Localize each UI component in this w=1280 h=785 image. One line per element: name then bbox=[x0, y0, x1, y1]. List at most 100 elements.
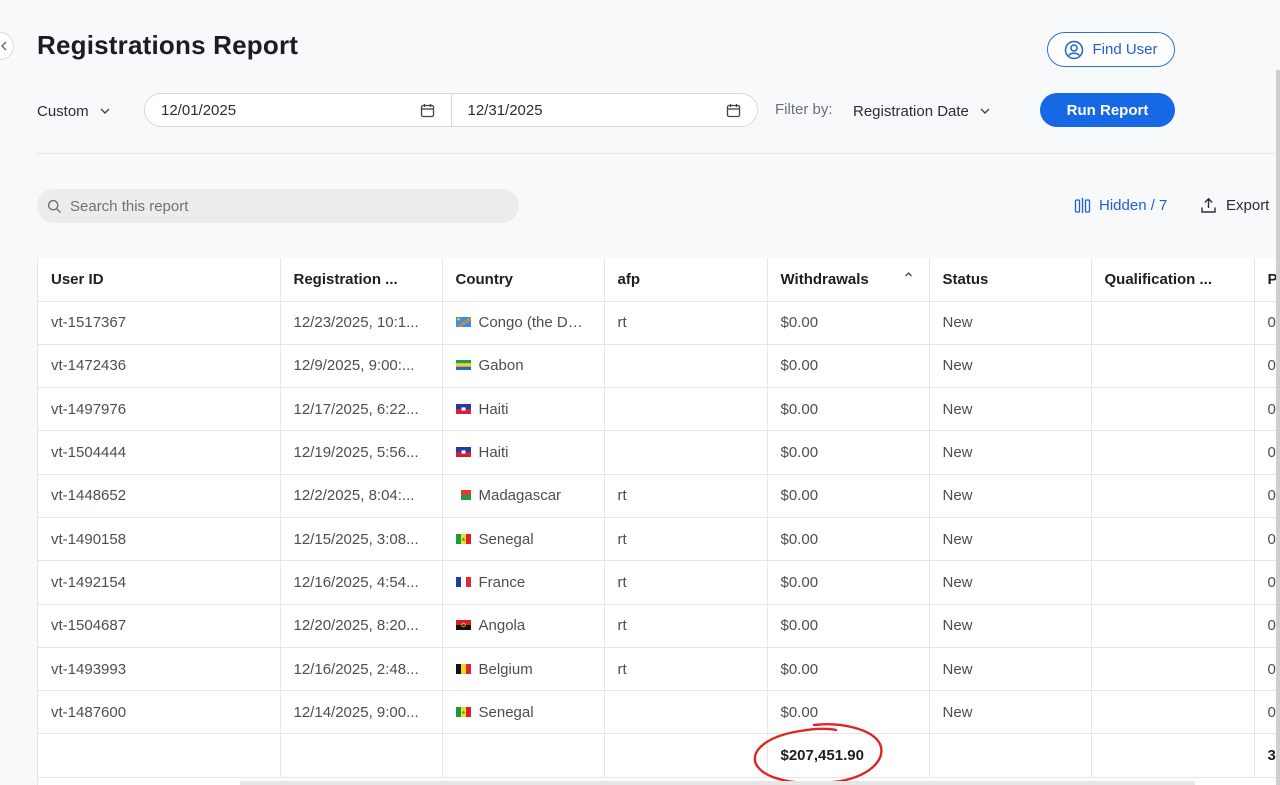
table-row[interactable]: vt-1517367 12/23/2025, 10:1... Congo (the … bbox=[38, 301, 1280, 345]
status-value: New bbox=[942, 660, 973, 678]
chevron-down-icon bbox=[100, 108, 110, 114]
user-id-cell: vt-1487600 bbox=[38, 690, 281, 735]
status-cell: New bbox=[929, 430, 1092, 475]
calendar-icon[interactable] bbox=[420, 103, 435, 118]
flag-icon bbox=[455, 576, 471, 587]
afp-value: rt bbox=[617, 660, 627, 678]
afp-value: rt bbox=[617, 573, 627, 591]
table-row[interactable]: vt-1493993 12/16/2025, 2:48... Belgium rt $0… bbox=[38, 647, 1280, 692]
filter-by-label: Filter by: bbox=[775, 101, 833, 118]
registration-date-cell: 12/16/2025, 2:48... bbox=[280, 647, 443, 692]
table-row[interactable]: vt-1487600 12/14/2025, 9:00... Senegal $0.0… bbox=[38, 690, 1280, 735]
column-header[interactable]: afp bbox=[604, 258, 768, 302]
user-id-value: vt-1504687 bbox=[51, 617, 127, 635]
table-row[interactable]: vt-1504687 12/20/2025, 8:20... Angola rt $0.… bbox=[38, 604, 1280, 648]
p-value: 0 bbox=[1267, 357, 1276, 375]
afp-value: rt bbox=[617, 487, 627, 505]
collapse-sidebar-button[interactable] bbox=[0, 32, 14, 60]
table-row[interactable]: vt-1497976 12/17/2025, 6:22... Haiti $0.00 N… bbox=[38, 387, 1280, 432]
afp-cell bbox=[604, 430, 768, 475]
column-header[interactable]: Withdrawals bbox=[767, 258, 930, 302]
status-value: New bbox=[942, 617, 973, 635]
user-id-value: vt-1493993 bbox=[51, 660, 127, 678]
status-value: New bbox=[942, 444, 973, 462]
table-row[interactable]: vt-1490158 12/15/2025, 3:08... Senegal rt $0… bbox=[38, 517, 1280, 562]
registration-date-cell: 12/16/2025, 4:54... bbox=[280, 560, 443, 605]
status-value: New bbox=[942, 487, 973, 505]
withdrawals-value: $0.00 bbox=[780, 400, 819, 418]
status-cell: New bbox=[929, 301, 1092, 345]
column-header[interactable]: User ID bbox=[38, 258, 281, 302]
registration-date-value: 12/17/2025, 6:22... bbox=[293, 400, 419, 418]
withdrawals-cell: $0.00 bbox=[767, 474, 930, 518]
withdrawals-cell: $0.00 bbox=[767, 690, 930, 735]
registration-date-cell: 12/19/2025, 5:56... bbox=[280, 430, 443, 475]
user-id-value: vt-1504444 bbox=[51, 444, 127, 462]
horizontal-scrollbar[interactable] bbox=[240, 781, 1195, 785]
table-row[interactable]: vt-1472436 12/9/2025, 9:00:... Gabon $0.00 N… bbox=[38, 344, 1280, 389]
find-user-button[interactable]: Find User bbox=[1047, 32, 1175, 67]
start-date-field[interactable]: 12/01/2025 bbox=[145, 94, 451, 126]
column-header[interactable]: Qualification ... bbox=[1091, 258, 1255, 302]
flag-icon bbox=[455, 403, 471, 414]
user-id-value: vt-1492154 bbox=[51, 573, 127, 591]
date-range-picker: 12/01/2025 12/31/2025 bbox=[144, 93, 758, 127]
withdrawals-value: $0.00 bbox=[780, 573, 819, 591]
total-p-value: 3 bbox=[1267, 747, 1276, 765]
country-value: Belgium bbox=[478, 660, 533, 678]
column-header-label: Qualification ... bbox=[1104, 270, 1213, 288]
qualification-cell bbox=[1091, 560, 1255, 605]
country-cell: Haiti bbox=[442, 430, 605, 475]
country-value: Madagascar bbox=[478, 487, 562, 505]
withdrawals-cell: $0.00 bbox=[767, 301, 930, 345]
upload-icon bbox=[1201, 197, 1216, 213]
column-header-label: User ID bbox=[51, 270, 104, 288]
country-cell: France bbox=[442, 560, 605, 605]
afp-cell: rt bbox=[604, 517, 768, 562]
vertical-scrollbar[interactable] bbox=[1276, 70, 1280, 785]
qualification-cell bbox=[1091, 690, 1255, 735]
user-id-value: vt-1497976 bbox=[51, 400, 127, 418]
p-value: 0 bbox=[1267, 487, 1276, 505]
status-value: New bbox=[942, 314, 973, 332]
afp-cell: rt bbox=[604, 560, 768, 605]
total-withdrawals-cell: $207,451.90 bbox=[767, 733, 930, 778]
sort-ascending-icon[interactable] bbox=[904, 270, 913, 279]
table-row[interactable]: vt-1504444 12/19/2025, 5:56... Haiti $0.00 N… bbox=[38, 430, 1280, 475]
qualification-cell bbox=[1091, 517, 1255, 562]
qualification-cell bbox=[1091, 474, 1255, 518]
column-header[interactable]: Registration ... bbox=[280, 258, 443, 302]
country-cell: Senegal bbox=[442, 690, 605, 735]
flag-icon bbox=[455, 620, 471, 631]
table-header-row: User ID Registration ... Country afp Withdra… bbox=[38, 258, 1280, 302]
registration-date-value: 12/23/2025, 10:1... bbox=[293, 314, 419, 332]
column-header[interactable]: Country bbox=[442, 258, 605, 302]
registration-date-cell: 12/15/2025, 3:08... bbox=[280, 517, 443, 562]
total-registration-date-cell bbox=[280, 733, 443, 778]
withdrawals-value: $0.00 bbox=[780, 314, 819, 332]
column-header[interactable]: Status bbox=[929, 258, 1092, 302]
end-date-field[interactable]: 12/31/2025 bbox=[450, 94, 758, 126]
run-report-button[interactable]: Run Report bbox=[1040, 93, 1175, 127]
qualification-cell bbox=[1091, 647, 1255, 692]
export-button[interactable]: Export bbox=[1200, 197, 1269, 214]
qualification-cell bbox=[1091, 604, 1255, 648]
afp-cell bbox=[604, 690, 768, 735]
status-value: New bbox=[942, 703, 973, 721]
registration-date-value: 12/16/2025, 4:54... bbox=[293, 573, 419, 591]
table-row[interactable]: vt-1492154 12/16/2025, 4:54... France rt $0.… bbox=[38, 560, 1280, 605]
registration-date-cell: 12/23/2025, 10:1... bbox=[280, 301, 443, 345]
country-value: France bbox=[478, 573, 526, 591]
withdrawals-value: $0.00 bbox=[780, 444, 819, 462]
hidden-columns-button[interactable]: Hidden / 7 bbox=[1074, 197, 1167, 214]
user-circle-icon bbox=[1065, 40, 1084, 59]
filter-by-select[interactable]: Registration Date bbox=[853, 99, 991, 123]
table-row[interactable]: vt-1448652 12/2/2025, 8:04:... Madagascar r… bbox=[38, 474, 1280, 518]
page-title: Registrations Report bbox=[37, 30, 299, 60]
country-cell: Madagascar bbox=[442, 474, 605, 518]
search-input[interactable] bbox=[70, 197, 490, 215]
search-bar[interactable] bbox=[37, 189, 519, 223]
columns-icon bbox=[1074, 198, 1091, 213]
calendar-icon[interactable] bbox=[726, 103, 741, 118]
date-preset-select[interactable]: Custom bbox=[37, 99, 111, 123]
